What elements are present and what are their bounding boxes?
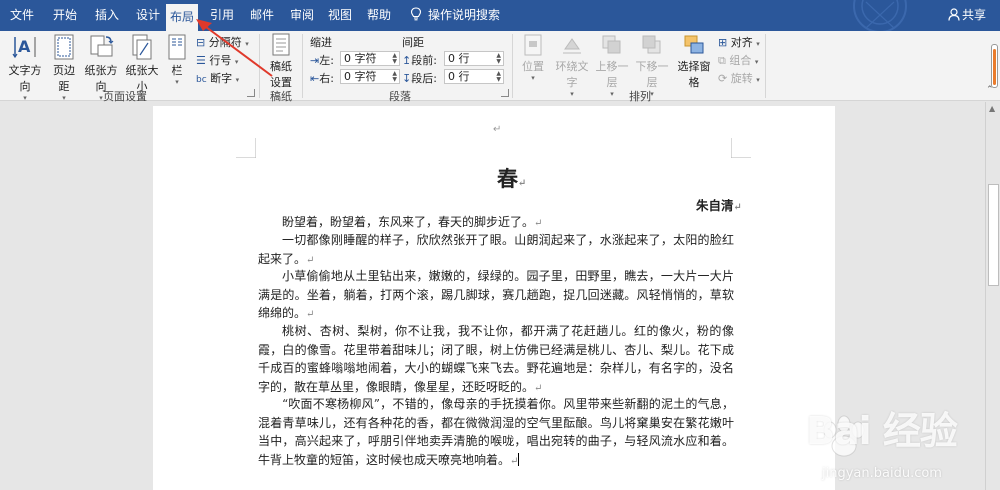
spacing-after-label: ↧段后: (402, 72, 437, 85)
selection-pane-label: 选择窗格 (677, 60, 711, 89)
scroll-thumb[interactable] (988, 184, 999, 286)
tab-help[interactable]: 帮助 (361, 0, 397, 31)
group-objects-icon: ⧉ (718, 54, 726, 67)
indent-left-icon: ⇥ (310, 54, 320, 67)
line-numbers-icon: ☰ (196, 54, 206, 67)
tab-review[interactable]: 审阅 (284, 0, 320, 31)
manuscript-setup-label-1: 稿纸 (270, 60, 292, 73)
ribbon-scroll-indicator (991, 44, 998, 88)
tab-insert[interactable]: 插入 (86, 0, 128, 31)
indent-right-icon: ⇤ (310, 72, 320, 85)
wrap-text-icon (563, 38, 581, 54)
watermark-url: jingyan.baidu.com (822, 466, 942, 481)
page-size-icon (132, 34, 152, 60)
tab-mailings[interactable]: 邮件 (244, 0, 280, 31)
lightbulb-icon (410, 2, 422, 21)
tell-me-label: 操作说明搜索 (428, 8, 501, 22)
align-button[interactable]: ⊞ 对齐 ▾ (718, 34, 760, 50)
tab-design[interactable]: 设计 (128, 0, 168, 31)
indent-left-label: ⇥左: (310, 54, 334, 67)
selection-pane-button[interactable]: 选择窗格 (673, 33, 715, 90)
svg-text:A: A (18, 37, 31, 56)
text-direction-icon: A (12, 37, 36, 59)
group-divider (259, 34, 260, 98)
page-setup-launcher-icon[interactable] (247, 89, 255, 97)
bring-forward-icon (602, 35, 621, 54)
spacing-before-label: ↥段前: (402, 54, 437, 67)
spacing-before-icon: ↥ (402, 54, 412, 67)
align-label: 对齐 (730, 36, 753, 49)
margins-icon (54, 34, 74, 60)
indent-right-label: ⇤右: (310, 72, 334, 85)
tab-file[interactable]: 文件 (0, 0, 44, 31)
share-button[interactable]: 共享 (948, 0, 986, 31)
person-icon (948, 2, 960, 21)
crop-mark-top-left (236, 138, 256, 158)
group-divider (302, 34, 303, 98)
group-objects-label: 组合 (729, 54, 752, 67)
columns-button[interactable]: 栏 ▾ (165, 33, 189, 86)
position-icon (524, 34, 542, 56)
tab-references[interactable]: 引用 (204, 0, 240, 31)
send-backward-icon (642, 35, 661, 54)
group-objects-button[interactable]: ⧉ 组合 ▾ (718, 52, 758, 68)
indent-header: 缩进 (310, 36, 332, 49)
crop-mark-top-right (731, 138, 751, 158)
align-icon: ⊞ (718, 36, 728, 49)
send-backward-label: 下移一层 (635, 60, 669, 89)
ribbon-scroll-fill (993, 49, 996, 85)
tab-layout[interactable]: 布局 (166, 4, 198, 31)
line-numbers-button[interactable]: ☰ 行号 ▾ (196, 52, 238, 68)
hyphenation-button[interactable]: bc 断字 ▾ (196, 70, 239, 86)
document-title: 春↵ (497, 166, 527, 191)
wrap-text-button[interactable]: 环绕文字 ▾ (551, 33, 593, 98)
tab-view[interactable]: 视图 (322, 0, 358, 31)
columns-label: 栏 (171, 64, 183, 77)
group-divider (765, 34, 766, 98)
paragraph-launcher-icon[interactable] (501, 89, 509, 97)
spacing-header: 间距 (402, 36, 424, 49)
position-button[interactable]: 位置 ▾ (518, 33, 548, 82)
text-cursor (518, 452, 520, 466)
ribbon-layout-panel: A 文字方向 ▾ 页边距 ▾ 纸张方向 ▾ 纸张大小 ▾ 栏 ▾ ⊟ 分隔符 ▾ ☰ 行号… (0, 31, 1000, 103)
columns-icon (168, 34, 186, 60)
text-direction-button[interactable]: A 文字方向 ▾ (4, 33, 46, 102)
manuscript-icon (272, 33, 290, 56)
paragraph-5: “吹面不寒杨柳风”，不错的，像母亲的手抚摸着你。风里带来些新翻的泥土的气息，混着… (258, 397, 734, 467)
rotate-label: 旋转 (730, 72, 753, 85)
paragraph-3: 小草偷偷地从土里钻出来，嫩嫩的，绿绿的。园子里，田野里，瞧去，一大片一大片满是的… (258, 269, 734, 320)
document-author: 朱自清↵ (696, 198, 742, 213)
indent-left-input[interactable]: 0 字符 ▲ ▼ (340, 51, 400, 66)
spacing-before-input[interactable]: 0 行 ▲ ▼ (444, 51, 504, 66)
bring-forward-label: 上移一层 (595, 60, 629, 89)
breaks-label: 分隔符 (208, 36, 242, 49)
orientation-icon (90, 35, 114, 57)
line-numbers-label: 行号 (209, 54, 232, 67)
watermark-brand: Bai 经验 (806, 409, 958, 453)
paragraph-2: 一切都像刚睡醒的样子，欣欣然张开了眼。山朗润起来了，水涨起来了，太阳的脸红起来了… (258, 233, 734, 266)
ribbon-tab-bar: 文件 开始 插入 设计 布局 引用 邮件 审阅 视图 帮助 操作说明搜索 共享 (0, 0, 1000, 31)
paragraph-4: 桃树、杏树、梨树，你不让我，我不让你，都开满了花赶趟儿。红的像火，粉的像霞，白的… (258, 324, 734, 394)
group-divider (512, 34, 513, 98)
wrap-text-label: 环绕文字 (555, 60, 589, 89)
indent-right-input[interactable]: 0 字符 ▲ ▼ (340, 69, 400, 84)
paragraph-mark: ↵ (493, 124, 502, 135)
breaks-button[interactable]: ⊟ 分隔符 ▾ (196, 34, 249, 50)
breaks-icon: ⊟ (196, 36, 206, 49)
ribbon-decoration (853, 0, 907, 31)
text-direction-label: 文字方向 (8, 64, 42, 93)
hyphenation-icon: bc (196, 75, 207, 85)
share-label: 共享 (961, 8, 986, 22)
hyphenation-label: 断字 (210, 72, 233, 85)
selection-pane-icon (684, 35, 704, 54)
tell-me-search[interactable]: 操作说明搜索 (410, 0, 500, 31)
rotate-icon: ⟳ (718, 72, 728, 85)
spacing-after-icon: ↧ (402, 72, 412, 85)
scroll-up-icon[interactable]: ▲ (989, 104, 995, 113)
manuscript-setup-button[interactable]: 稿纸 设置 (264, 33, 298, 90)
tab-home[interactable]: 开始 (44, 0, 86, 31)
spacing-after-input[interactable]: 0 行 ▲ ▼ (444, 69, 504, 84)
rotate-button[interactable]: ⟳ 旋转 ▾ (718, 70, 760, 86)
position-label: 位置 (522, 60, 544, 73)
